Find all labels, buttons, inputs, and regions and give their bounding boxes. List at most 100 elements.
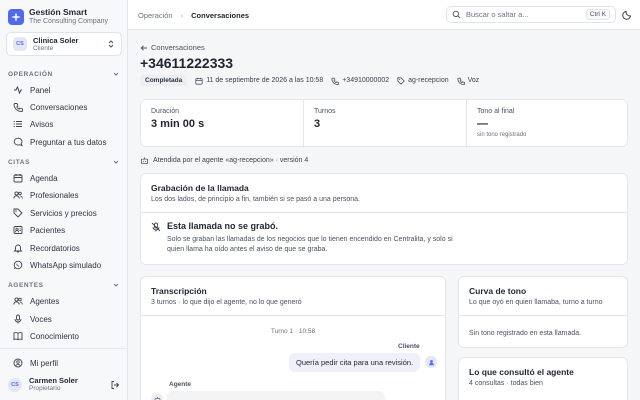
tone-subtitle: Lo que oyó en quien llamaba, turno a tur… xyxy=(469,299,603,306)
user-avatar: CS xyxy=(8,377,22,392)
meta-channel: Voz xyxy=(457,77,480,85)
user-name: Carmen Soler xyxy=(29,376,78,385)
main-content: Conversaciones +34611222333 Completada 1… xyxy=(128,31,640,400)
users-icon xyxy=(12,189,24,201)
recording-subtitle: Los dos lados, de principio a fin, tambi… xyxy=(151,196,360,203)
back-link[interactable]: Conversaciones xyxy=(140,43,205,52)
chevron-down-icon xyxy=(112,281,120,289)
brand[interactable]: Gestión Smart The Consulting Company xyxy=(8,7,108,26)
sidebar-item-servicios[interactable]: Servicios y precios xyxy=(8,205,120,221)
chat-icon xyxy=(12,136,24,148)
card-divider xyxy=(141,315,445,316)
sidebar-item-panel[interactable]: Panel xyxy=(8,82,120,98)
consults-subtitle: 4 consultas · todas bien xyxy=(469,380,543,387)
meta-number: +34910000002 xyxy=(331,77,389,85)
user-profile: CS Carmen Soler Propietario xyxy=(8,376,120,393)
section-operacion[interactable]: OPERACIÓN xyxy=(8,70,120,78)
sidebar-item-label: Pacientes xyxy=(30,225,66,235)
sidebar-item-whatsapp[interactable]: WhatsApp simulado xyxy=(8,257,120,273)
calendar-icon xyxy=(195,77,203,85)
agent-label: Agente xyxy=(169,381,192,388)
sidebar-item-preguntar[interactable]: Preguntar a tus datos xyxy=(8,134,120,150)
stat-label: Tono al final xyxy=(477,108,515,115)
client-label: Cliente xyxy=(398,343,420,350)
meta-agent-text: ag-recepcion xyxy=(408,77,449,84)
stat-turnos: Turnos 3 xyxy=(304,100,466,148)
tag-icon xyxy=(397,76,405,85)
stats-card: Duración 3 min 00 s Turnos 3 Tono al fin… xyxy=(140,99,629,148)
search-placeholder: Buscar o saltar a... xyxy=(466,10,529,19)
clinic-name: Clinica Soler xyxy=(33,35,79,45)
call-meta: Completada 11 de septiembre de 2026 a la… xyxy=(140,75,487,86)
tone-title: Curva de tono xyxy=(469,286,527,296)
user-circle-icon xyxy=(12,357,24,369)
client-avatar-icon xyxy=(425,356,437,368)
users-icon xyxy=(12,295,24,307)
card-divider xyxy=(141,212,627,213)
stat-sub: sin tono registrado xyxy=(477,132,527,138)
turn-label: Turno 1 · 10:58 xyxy=(270,328,316,335)
transcript-subtitle: 3 turnos · lo que dijo el agente, no lo … xyxy=(151,299,302,306)
chevron-updown-icon xyxy=(107,39,115,49)
sidebar-item-mi-perfil[interactable]: Mi perfil xyxy=(8,355,120,371)
sidebar-item-agentes[interactable]: Agentes xyxy=(8,293,120,309)
sidebar-item-label: Agentes xyxy=(30,296,60,306)
back-link-label: Conversaciones xyxy=(151,43,205,52)
section-agentes[interactable]: AGENTES xyxy=(8,281,120,289)
sidebar-item-label: Mi perfil xyxy=(30,358,59,368)
stat-tono: Tono al final — sin tono registrado xyxy=(467,100,629,148)
theme-toggle-icon[interactable] xyxy=(622,9,633,20)
recording-empty-title: Esta llamada no se grabó. xyxy=(167,221,279,231)
recording-title: Grabación de la llamada xyxy=(151,183,249,193)
arrow-left-icon xyxy=(140,44,147,51)
sidebar-item-label: Servicios y precios xyxy=(30,208,97,218)
book-icon xyxy=(12,330,24,342)
brand-subtitle: The Consulting Company xyxy=(29,18,108,25)
sidebar-item-recordatorios[interactable]: Recordatorios xyxy=(8,240,120,256)
sidebar-item-label: Recordatorios xyxy=(30,243,80,253)
section-label: AGENTES xyxy=(8,281,44,289)
logout-icon[interactable] xyxy=(110,380,120,390)
meta-agent: ag-recepcion xyxy=(397,76,449,85)
sidebar-item-label: Agenda xyxy=(30,173,58,183)
meta-channel-text: Voz xyxy=(467,77,480,84)
search-icon xyxy=(452,10,461,19)
sidebar-item-label: Panel xyxy=(30,85,51,95)
sidebar-item-agenda[interactable]: Agenda xyxy=(8,170,120,186)
sidebar-item-label: Conocimiento xyxy=(30,331,79,341)
stat-duracion: Duración 3 min 00 s xyxy=(141,100,303,148)
status-badge: Completada xyxy=(140,75,188,86)
sidebar-item-label: Conversaciones xyxy=(30,102,88,112)
meta-number-text: +34910000002 xyxy=(342,77,390,84)
clinic-role: Cliente xyxy=(33,44,54,52)
card-divider xyxy=(459,315,627,316)
transcript-card: Transcripción 3 turnos · lo que dijo el … xyxy=(140,276,446,400)
sidebar-item-voces[interactable]: Voces xyxy=(8,311,120,327)
stat-value: — xyxy=(477,118,488,130)
recording-card: Grabación de la llamada Los dos lados, d… xyxy=(140,173,628,265)
tone-card: Curva de tono Lo que oyó en quien llamab… xyxy=(458,276,628,348)
sidebar-item-avisos[interactable]: Avisos xyxy=(8,116,120,132)
list-icon xyxy=(12,118,24,130)
activity-icon xyxy=(12,84,24,96)
search-input[interactable]: Buscar o saltar a... Ctrl K xyxy=(446,6,616,23)
sidebar-item-pacientes[interactable]: Pacientes xyxy=(8,222,120,238)
sidebar-item-conversaciones[interactable]: Conversaciones xyxy=(8,99,120,115)
brand-logo-icon xyxy=(8,8,24,25)
sidebar-item-profesionales[interactable]: Profesionales xyxy=(8,187,120,203)
breadcrumb-item-current: Conversaciones xyxy=(191,11,250,20)
robot-icon xyxy=(140,157,149,165)
sidebar-item-label: Voces xyxy=(30,314,52,324)
sidebar-item-conocimiento[interactable]: Conocimiento xyxy=(8,328,120,344)
breadcrumb-item-operacion[interactable]: Operación xyxy=(138,11,173,20)
clinic-avatar: CS xyxy=(13,37,27,51)
clinic-switcher[interactable]: CS Clinica Soler Cliente xyxy=(6,32,122,56)
sidebar-item-label: Avisos xyxy=(30,119,54,129)
tag-icon xyxy=(12,207,24,219)
client-message: Quería pedir cita para una revisión. xyxy=(289,353,421,372)
transcript-title: Transcripción xyxy=(151,286,207,296)
sidebar: Gestión Smart The Consulting Company CS … xyxy=(0,0,128,400)
section-citas[interactable]: CITAS xyxy=(8,158,120,166)
brand-name: Gestión Smart xyxy=(29,7,88,17)
calendar-icon xyxy=(12,172,24,184)
